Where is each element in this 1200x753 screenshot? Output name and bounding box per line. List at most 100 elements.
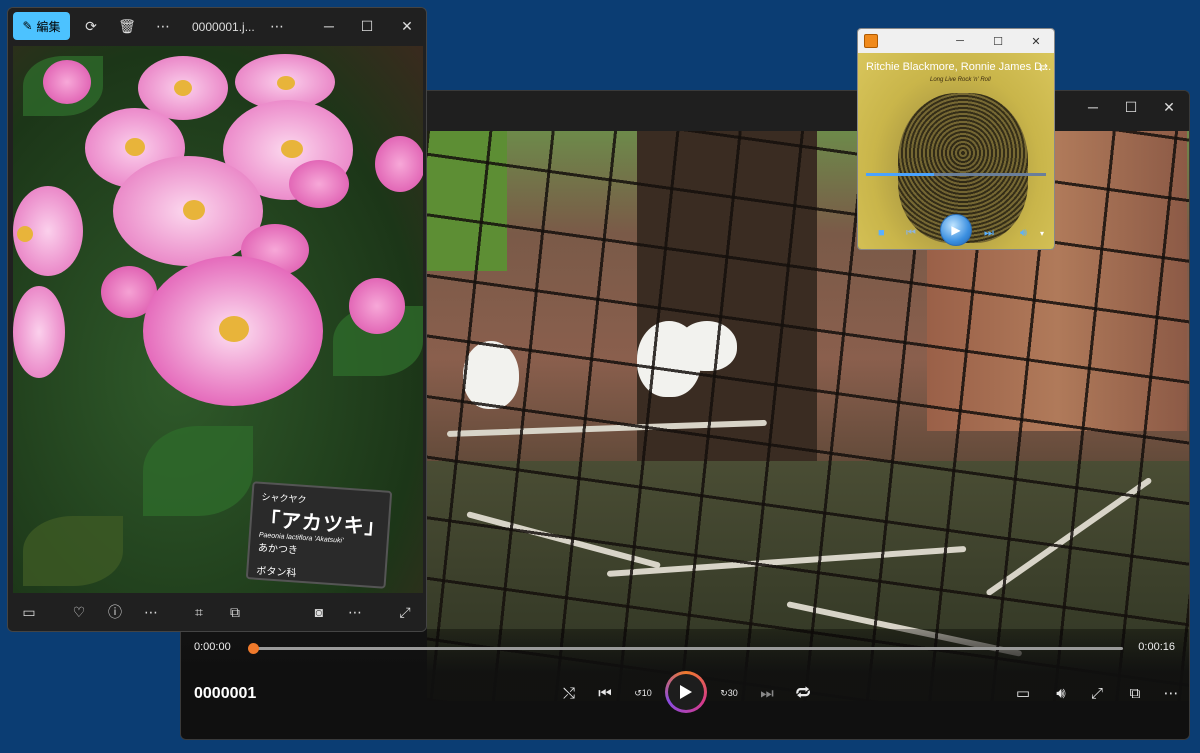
- volume-icon: 🔊︎: [1056, 684, 1066, 702]
- trash-icon: 🗑︎: [118, 17, 136, 34]
- shuffle-icon: ⤭: [562, 684, 575, 702]
- rewind-icon: ⏮: [906, 226, 916, 239]
- fullscreen-icon: ⤢: [1090, 684, 1103, 702]
- close-icon: ✕: [1031, 35, 1041, 48]
- stop-button[interactable]: ■: [878, 225, 885, 241]
- maximize-button[interactable]: ☐: [1113, 91, 1149, 123]
- ocr-button[interactable]: ⧉: [222, 601, 248, 623]
- subtitles-button[interactable]: ▭: [1009, 681, 1037, 705]
- play-button-inner: [668, 674, 704, 710]
- play-icon: ▶: [951, 223, 961, 237]
- next-icon: ⏭: [760, 684, 774, 702]
- expand-icon: ⤢: [399, 603, 411, 620]
- filmstrip-button[interactable]: ▭: [16, 601, 42, 623]
- plant-sign: シャクヤク 「アカツキ」 Paeonia lactiflora 'Akatsuk…: [245, 481, 393, 589]
- previous-button[interactable]: ⏮: [591, 681, 619, 705]
- more-options-button[interactable]: ⋯: [138, 601, 164, 623]
- rewind-button[interactable]: ⏮: [906, 225, 916, 241]
- fast-forward-icon: ⏭: [984, 226, 994, 239]
- skip-back-button[interactable]: ↺ 10: [629, 681, 657, 705]
- rotate-button[interactable]: ⟳: [78, 14, 104, 38]
- photo-image[interactable]: シャクヤク 「アカツキ」 Paeonia lactiflora 'Akatsuk…: [13, 46, 423, 594]
- edit-button[interactable]: ✎ 編集: [13, 12, 70, 40]
- repeat-icon: 🔁︎: [795, 685, 811, 702]
- more-options-button[interactable]: ⋯: [1157, 681, 1185, 705]
- forward-icon: ↻: [720, 687, 728, 698]
- previous-icon: ⏮: [598, 684, 612, 702]
- leaf: [143, 426, 253, 516]
- maximize-icon: ☐: [360, 17, 374, 34]
- miniplayer-button[interactable]: ⧉: [1121, 681, 1149, 705]
- expand-button[interactable]: ⤢: [392, 601, 418, 623]
- play-button[interactable]: [665, 671, 707, 713]
- peony-flower: [13, 286, 65, 378]
- music-seek-fill: [866, 173, 935, 176]
- sign-line5: ボタン科: [255, 565, 297, 580]
- crop-button[interactable]: ⌗: [186, 601, 212, 623]
- peony-flower: [13, 186, 83, 276]
- close-button[interactable]: ✕: [1024, 31, 1048, 51]
- skip-back-label: 10: [641, 688, 652, 698]
- maximize-button[interactable]: ☐: [354, 14, 380, 38]
- video-frame[interactable]: [427, 131, 1189, 701]
- favorite-button[interactable]: ♡: [66, 601, 92, 623]
- peony-flower: [375, 136, 423, 192]
- fullscreen-button[interactable]: ⤢: [1083, 681, 1111, 705]
- maximize-button[interactable]: ☐: [986, 31, 1010, 51]
- song-title: Ritchie Blackmore, Ronnie James D...: [866, 61, 1052, 73]
- close-icon: ✕: [401, 17, 413, 34]
- close-icon: ✕: [1163, 98, 1175, 115]
- next-button[interactable]: ⏭: [753, 681, 781, 705]
- maximize-icon: ☐: [1124, 98, 1138, 115]
- music-seek-bar[interactable]: [866, 173, 1046, 176]
- volume-button[interactable]: 🔊︎: [1020, 225, 1027, 241]
- switch-view-button[interactable]: ⇄: [1039, 61, 1048, 74]
- edit-label: 編集: [36, 19, 61, 34]
- video-controls: 0:00:00 0:00:16 0000001 ⤭ ⏮ ↺ 10 ↻ 30 ⏭ 🔁︎…: [181, 629, 1189, 739]
- seek-bar-thumb[interactable]: [248, 643, 259, 654]
- fast-forward-button[interactable]: ⏭: [984, 225, 994, 241]
- video-title: 0000001: [194, 685, 257, 702]
- music-titlebar: ─ ☐ ✕: [858, 29, 1054, 53]
- media-player-app-icon: [864, 34, 878, 48]
- more-icon: ⋯: [144, 603, 158, 620]
- edit-icon: ✎: [22, 19, 33, 33]
- more-icon: ⋯: [156, 17, 170, 34]
- more-icon: ⋯: [1163, 685, 1179, 702]
- more-options-button[interactable]: ⋯: [264, 14, 290, 38]
- volume-icon: 🔊︎: [1020, 226, 1027, 239]
- skip-forward-label: 30: [727, 688, 738, 698]
- minimize-button[interactable]: ─: [948, 31, 972, 51]
- info-button[interactable]: ⓘ: [102, 601, 128, 623]
- photo-filename: 0000001.j...: [192, 20, 255, 34]
- more-options-button[interactable]: ⋯: [150, 14, 176, 38]
- maximize-icon: ☐: [993, 35, 1003, 48]
- skip-forward-button[interactable]: ↻ 30: [715, 681, 743, 705]
- minimize-icon: ─: [324, 18, 334, 34]
- minimize-button[interactable]: ─: [316, 14, 342, 38]
- peony-flower: [143, 256, 323, 406]
- music-play-button[interactable]: ▶: [940, 214, 972, 246]
- delete-button[interactable]: 🗑︎: [114, 14, 140, 38]
- close-button[interactable]: ✕: [394, 14, 420, 38]
- heart-icon: ♡: [72, 603, 86, 620]
- photos-bottom-bar: ▭ ♡ ⓘ ⋯ ⌗ ⧉ ◙ ⋯ ⤢: [8, 593, 426, 631]
- photos-toolbar: ✎ 編集 ⟳ 🗑︎ ⋯ 0000001.j... ⋯ ─ ☐ ✕: [8, 8, 426, 46]
- play-icon: [680, 685, 692, 699]
- volume-button[interactable]: 🔊︎: [1047, 681, 1075, 705]
- repeat-button[interactable]: 🔁︎: [789, 681, 817, 705]
- volume-dropdown[interactable]: ▾: [1040, 225, 1044, 241]
- more-icon: ⋯: [270, 17, 284, 34]
- subtitles-icon: ▭: [1015, 685, 1031, 702]
- switch-view-icon: ⇄: [1038, 62, 1048, 74]
- chevron-down-icon: ▾: [1040, 228, 1045, 238]
- shuffle-button[interactable]: ⤭: [555, 681, 583, 705]
- more-options-button[interactable]: ⋯: [342, 601, 368, 623]
- rotate-icon: ⟳: [85, 17, 97, 34]
- close-button[interactable]: ✕: [1151, 91, 1187, 123]
- seek-bar[interactable]: [248, 643, 1123, 654]
- miniplayer-icon: ⧉: [1129, 684, 1141, 702]
- screen-button[interactable]: ◙: [306, 601, 332, 623]
- minimize-icon: ─: [956, 35, 964, 47]
- minimize-button[interactable]: ─: [1075, 91, 1111, 123]
